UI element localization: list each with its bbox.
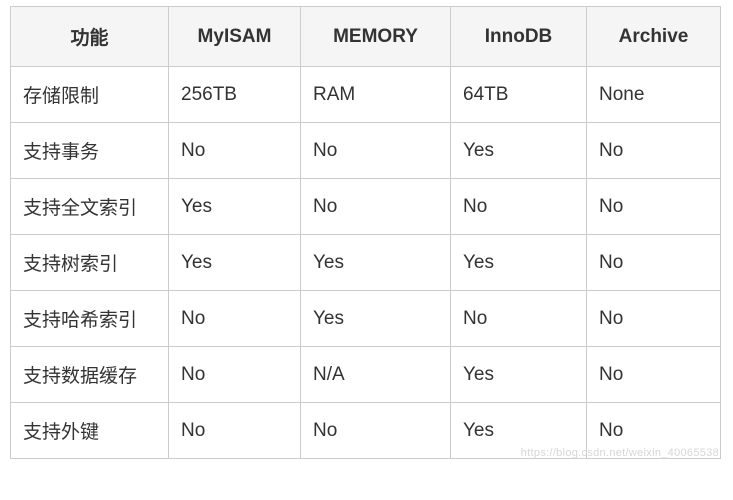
cell: No bbox=[301, 179, 451, 235]
cell: No bbox=[587, 235, 721, 291]
cell: No bbox=[169, 291, 301, 347]
cell: No bbox=[451, 179, 587, 235]
cell: Yes bbox=[169, 179, 301, 235]
row-label: 支持全文索引 bbox=[11, 179, 169, 235]
table-row: 支持数据缓存 No N/A Yes No bbox=[11, 347, 721, 403]
row-label: 支持树索引 bbox=[11, 235, 169, 291]
cell: No bbox=[451, 291, 587, 347]
cell: No bbox=[301, 123, 451, 179]
header-myisam: MyISAM bbox=[169, 7, 301, 67]
cell: No bbox=[169, 347, 301, 403]
header-memory: MEMORY bbox=[301, 7, 451, 67]
cell: Yes bbox=[301, 235, 451, 291]
cell: 64TB bbox=[451, 67, 587, 123]
header-innodb: InnoDB bbox=[451, 7, 587, 67]
cell: RAM bbox=[301, 67, 451, 123]
cell: No bbox=[169, 123, 301, 179]
table-row: 存储限制 256TB RAM 64TB None bbox=[11, 67, 721, 123]
cell: Yes bbox=[301, 291, 451, 347]
row-label: 支持数据缓存 bbox=[11, 347, 169, 403]
row-label: 支持事务 bbox=[11, 123, 169, 179]
cell: None bbox=[587, 67, 721, 123]
table-header-row: 功能 MyISAM MEMORY InnoDB Archive bbox=[11, 7, 721, 67]
table-body: 存储限制 256TB RAM 64TB None 支持事务 No No Yes … bbox=[11, 67, 721, 459]
cell: No bbox=[587, 291, 721, 347]
cell: Yes bbox=[169, 235, 301, 291]
cell: No bbox=[587, 179, 721, 235]
cell: N/A bbox=[301, 347, 451, 403]
row-label: 存储限制 bbox=[11, 67, 169, 123]
row-label: 支持哈希索引 bbox=[11, 291, 169, 347]
header-feature: 功能 bbox=[11, 7, 169, 67]
storage-engine-comparison-table: 功能 MyISAM MEMORY InnoDB Archive 存储限制 256… bbox=[10, 6, 721, 459]
table-row: 支持树索引 Yes Yes Yes No bbox=[11, 235, 721, 291]
row-label: 支持外键 bbox=[11, 403, 169, 459]
cell: No bbox=[301, 403, 451, 459]
header-archive: Archive bbox=[587, 7, 721, 67]
cell: Yes bbox=[451, 347, 587, 403]
cell: Yes bbox=[451, 235, 587, 291]
cell: No bbox=[169, 403, 301, 459]
watermark-text: https://blog.csdn.net/weixin_40065538 bbox=[521, 447, 719, 459]
cell: 256TB bbox=[169, 67, 301, 123]
cell: Yes bbox=[451, 123, 587, 179]
table-row: 支持事务 No No Yes No bbox=[11, 123, 721, 179]
cell: No bbox=[587, 347, 721, 403]
cell: No bbox=[587, 123, 721, 179]
table-row: 支持全文索引 Yes No No No bbox=[11, 179, 721, 235]
table-row: 支持哈希索引 No Yes No No bbox=[11, 291, 721, 347]
